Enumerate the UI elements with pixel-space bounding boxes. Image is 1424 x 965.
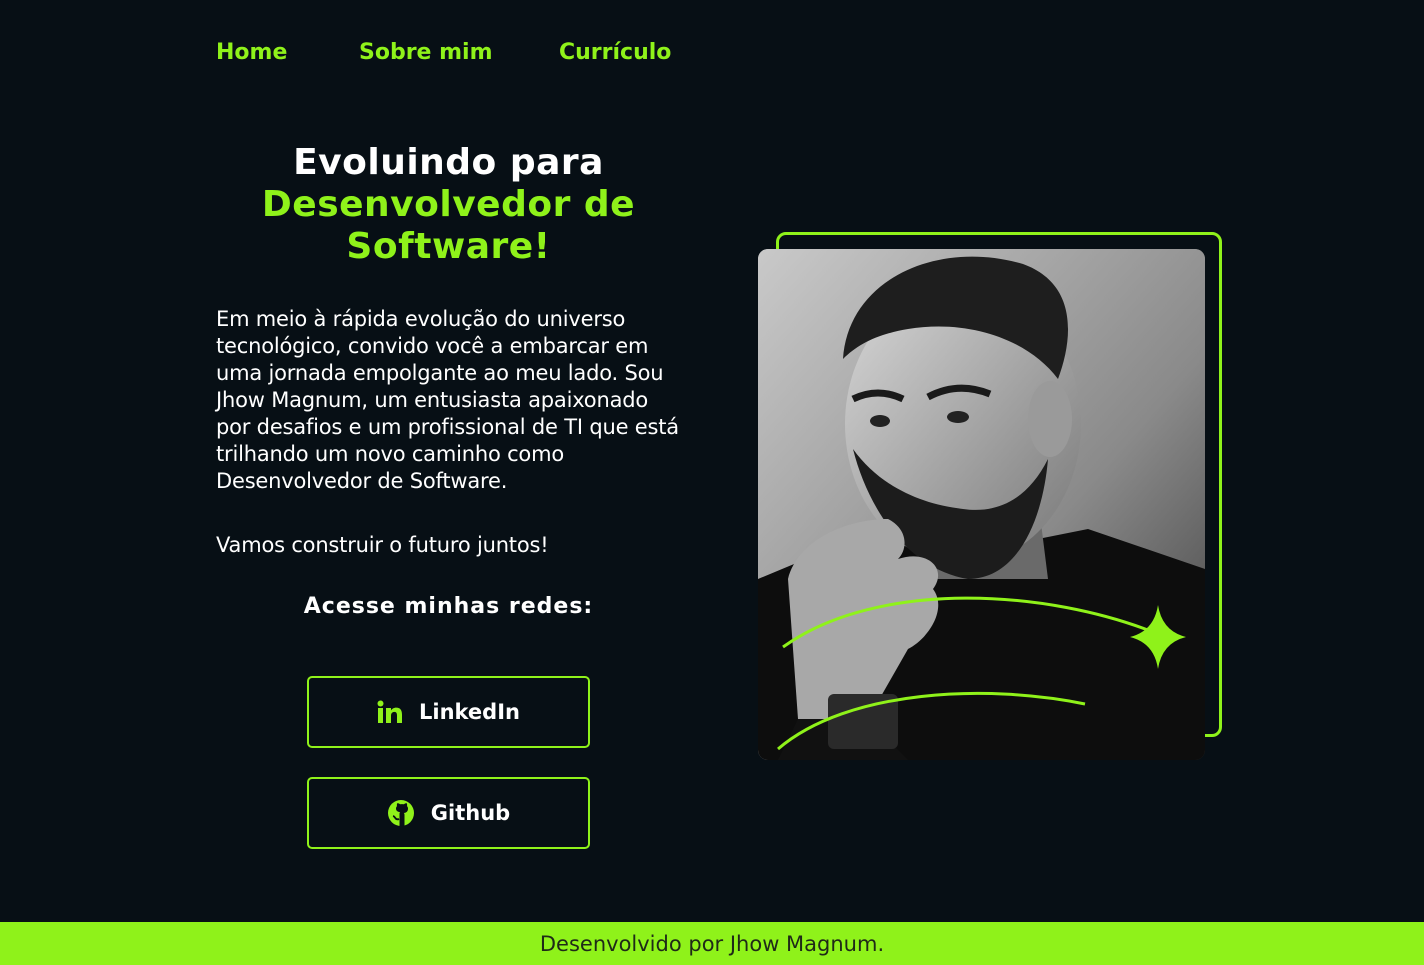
page-title: Evoluindo para Desenvolvedor de Software… — [216, 142, 681, 268]
linkedin-button[interactable]: LinkedIn — [307, 676, 590, 748]
nav-about-link[interactable]: Sobre mim — [359, 40, 559, 65]
linkedin-icon — [377, 700, 403, 724]
title-line-white: Evoluindo para — [293, 142, 604, 183]
networks-heading: Acesse minhas redes: — [303, 594, 594, 619]
main-nav: Home Sobre mim Currículo — [216, 40, 671, 65]
github-label: Github — [430, 801, 511, 825]
hero-section: Evoluindo para Desenvolvedor de Software… — [216, 142, 681, 619]
title-line-green-1: Desenvolvedor de — [261, 184, 636, 225]
footer-text: Desenvolvido por Jhow Magnum. — [539, 931, 885, 956]
footer: Desenvolvido por Jhow Magnum. — [0, 922, 1424, 965]
intro-paragraph: Em meio à rápida evolução do universo te… — [216, 307, 679, 493]
github-icon — [387, 799, 415, 827]
page: Home Sobre mim Currículo Evoluindo para … — [0, 0, 1424, 965]
profile-photo — [758, 249, 1205, 760]
profile-illustration — [758, 249, 1205, 760]
linkedin-label: LinkedIn — [419, 700, 520, 724]
nav-home-link[interactable]: Home — [216, 40, 359, 65]
nav-resume-link[interactable]: Currículo — [559, 40, 671, 65]
title-line-green-2: Software! — [346, 226, 551, 267]
tagline: Vamos construir o futuro juntos! — [216, 533, 549, 557]
github-button[interactable]: Github — [307, 777, 590, 849]
